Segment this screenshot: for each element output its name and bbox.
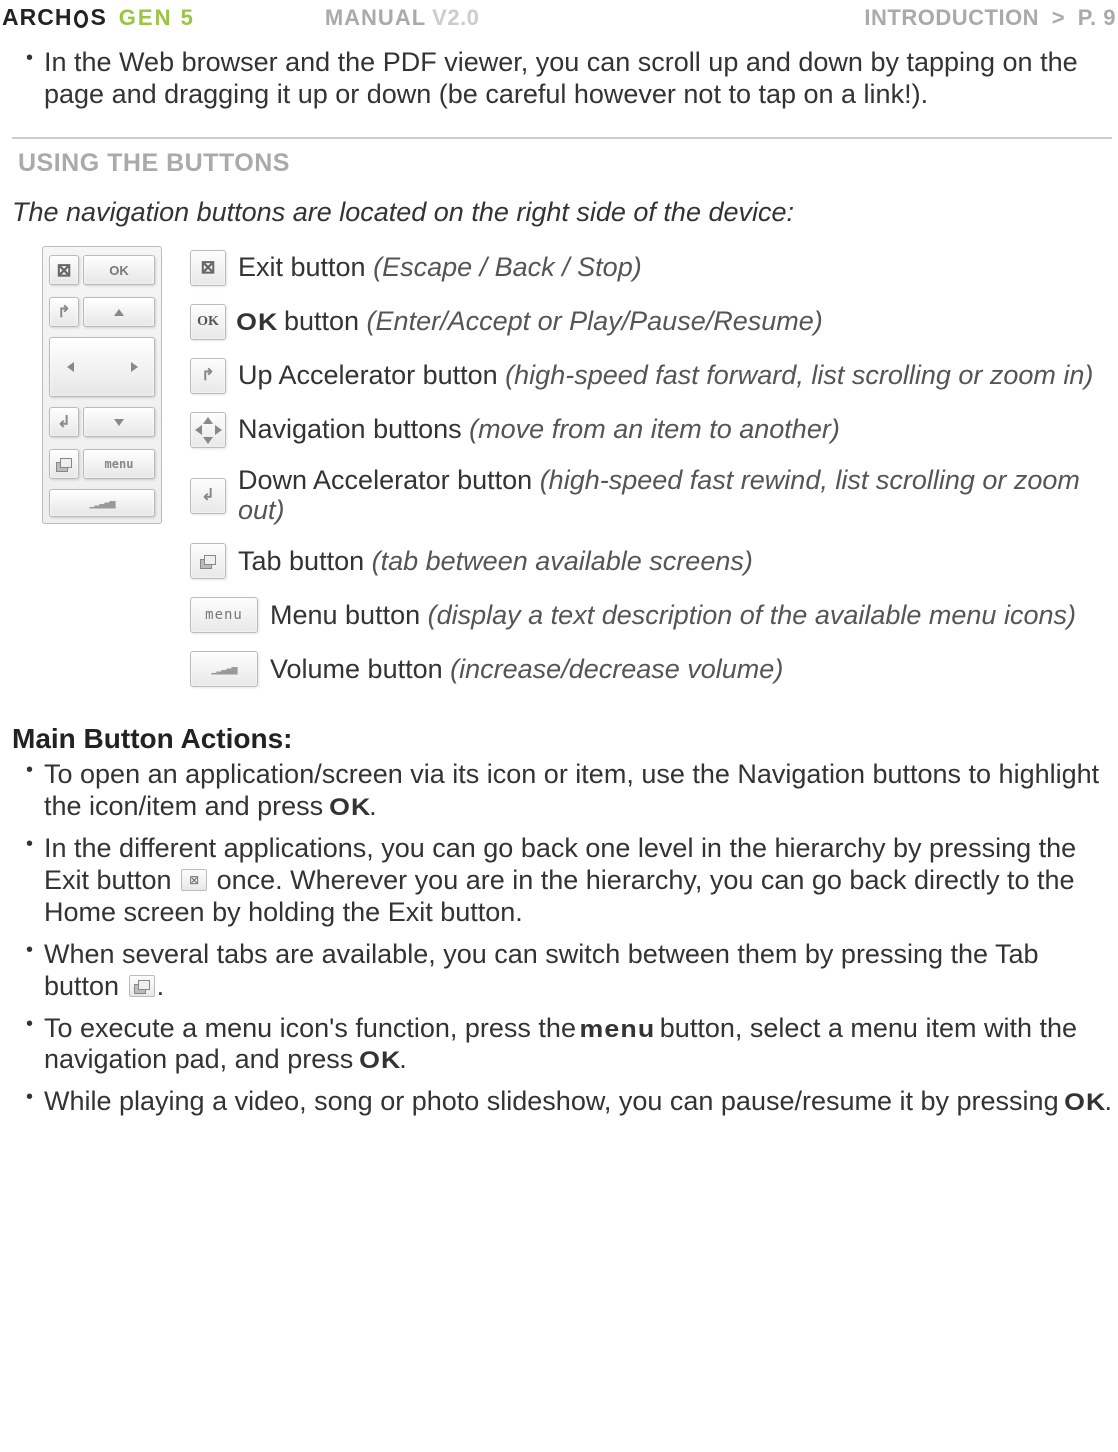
logo-o-icon [74,10,88,28]
panel-tab-button [49,449,79,479]
panel-accel-down-button: ↲ [49,407,79,437]
button-desc: (high-speed fast forward, list scrolling… [505,360,1093,390]
close-icon: ⊠ [56,260,71,281]
accel-up-icon: ↱ [57,302,70,322]
device-button-panel: ⊠ OK ↱ ↲ menu ▁▂▃▄▅ [42,246,162,524]
page-header: ARCHS GEN 5 MANUAL V2.0 INTRODUCTION > P… [0,0,1118,37]
accel-down-icon: ↲ [57,412,70,432]
button-row-tab: Tab button (tab between available screen… [190,543,1116,579]
volume-icon: ▁▂▃▄▅ [190,651,258,687]
ok-text: OK [359,1047,401,1076]
panel-accel-up-button: ↱ [49,297,79,327]
tab-icon [129,975,155,997]
button-row-exit: ⊠ Exit button (Escape / Back / Stop) [190,250,1116,286]
button-desc: (increase/decrease volume) [450,654,783,684]
menu-text: menu [580,1016,656,1045]
chevron-right-icon [131,362,138,372]
breadcrumb-sep: > [1052,5,1065,30]
action-item: In the different applications, you can g… [26,833,1116,929]
menu-icon: menu [190,597,258,633]
button-label: Navigation buttons [238,414,462,444]
chevron-down-icon [114,419,124,426]
close-icon: ⊠ [181,869,207,891]
section-divider [12,137,1112,139]
button-label: Menu button [270,600,420,630]
action-item: When several tabs are available, you can… [26,939,1116,1003]
close-icon: ⊠ [190,250,226,286]
button-desc: (move from an item to another) [469,414,840,444]
panel-ok-button: OK [83,255,155,285]
brand-logo: ARCHS [2,4,107,31]
intro-bullet: In the Web browser and the PDF viewer, y… [26,47,1116,111]
accel-down-icon: ↲ [190,478,226,514]
panel-nav-pad [49,337,155,397]
button-row-down-accel: ↲ Down Accelerator button (high-speed fa… [190,466,1116,525]
menu-icon: menu [105,457,134,471]
volume-icon: ▁▂▃▄▅ [89,498,114,509]
ok-text: OK [329,794,371,823]
button-row-volume: ▁▂▃▄▅ Volume button (increase/decrease v… [190,651,1116,687]
button-label: Down Accelerator button [238,465,532,495]
breadcrumb-page: P. 9 [1078,5,1116,30]
panel-nav-down [83,407,155,437]
button-row-nav: Navigation buttons (move from an item to… [190,412,1116,448]
panel-nav-up [83,297,155,327]
action-item: To open an application/screen via its ic… [26,759,1116,823]
button-row-menu: menu Menu button (display a text descrip… [190,597,1116,633]
intro-bullet-list: In the Web browser and the PDF viewer, y… [12,47,1116,111]
button-label: Exit button [238,252,366,282]
button-desc: (tab between available screens) [372,546,753,576]
panel-menu-button: menu [83,449,155,479]
ok-icon: OK [109,263,129,278]
button-desc: (Enter/Accept or Play/Pause/Resume) [367,306,823,336]
manual-label: MANUAL [325,5,426,31]
action-item: While playing a video, song or photo sli… [26,1086,1116,1118]
button-row-ok: OK OK button (Enter/Accept or Play/Pause… [190,304,1116,340]
tab-icon [190,543,226,579]
section-intro: The navigation buttons are located on th… [12,196,1116,228]
chevron-left-icon [67,362,74,372]
action-item: To execute a menu icon's function, press… [26,1013,1116,1077]
button-label-heavy: OK [236,310,278,337]
main-actions-heading: Main Button Actions: [12,723,1116,755]
button-row-up-accel: ↱ Up Accelerator button (high-speed fast… [190,358,1116,394]
button-descriptions: ⊠ Exit button (Escape / Back / Stop) OK … [190,246,1116,687]
button-label: button [276,306,359,336]
main-actions-list: To open an application/screen via its ic… [12,759,1116,1118]
gen-label: GEN 5 [119,5,195,31]
ok-text: OK [1064,1089,1106,1118]
accel-up-icon: ↱ [190,358,226,394]
chevron-up-icon [114,309,124,316]
button-label: Up Accelerator button [238,360,498,390]
button-desc: (display a text description of the avail… [428,600,1076,630]
button-desc: (Escape / Back / Stop) [373,252,642,282]
panel-exit-button: ⊠ [49,255,79,285]
section-title: USING THE BUTTONS [18,149,1116,178]
breadcrumb-section: INTRODUCTION [864,5,1039,30]
button-label: Volume button [270,654,443,684]
breadcrumb: INTRODUCTION > P. 9 [864,5,1116,31]
button-label: Tab button [238,546,364,576]
ok-icon: OK [190,304,226,340]
tab-icon [56,458,72,470]
manual-version: V2.0 [432,5,479,31]
panel-volume-button: ▁▂▃▄▅ [49,489,155,517]
nav-cross-icon [190,412,226,448]
